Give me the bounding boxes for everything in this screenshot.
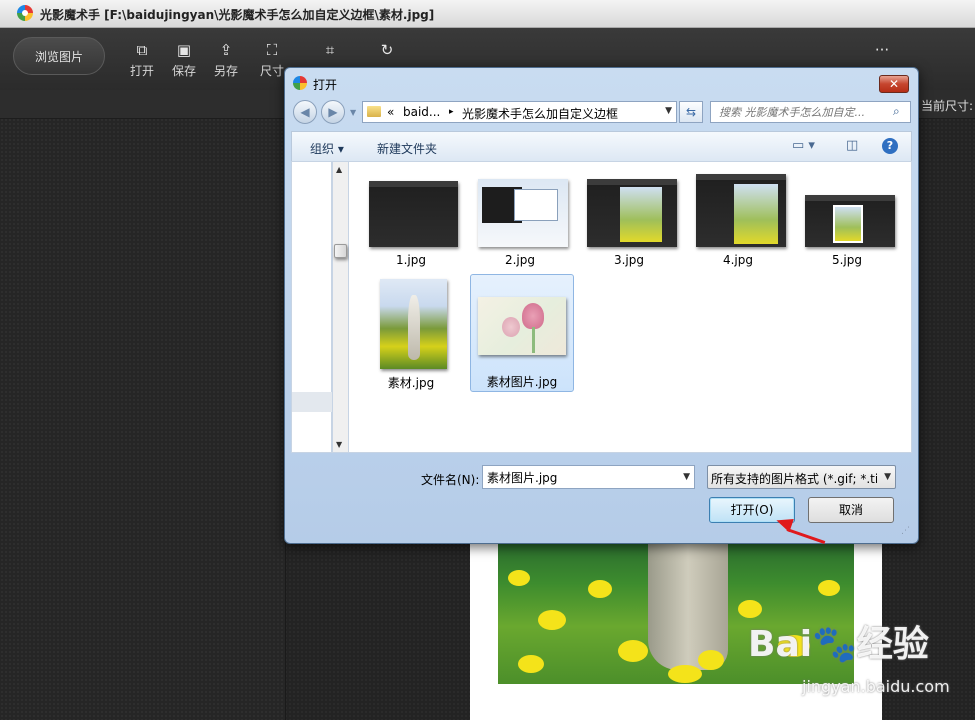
file-name: 素材图片.jpg [486,375,558,389]
crop-button[interactable]: ⌗ [313,40,347,60]
open-button[interactable]: ⧉ 打开 [125,40,159,79]
command-bar: 组织 ▾ 新建文件夹 ▭ ▾ ◫ ? [291,131,912,161]
save-button[interactable]: ▣ 保存 [167,40,201,79]
file-name: 1.jpg [395,253,427,267]
navigation-pane-selected-item[interactable] [292,392,332,412]
arrow-left-icon: ◀ [300,105,310,119]
app-titlebar: 光影魔术手 [F:\baidujingyan\光影魔术手怎么加自定义边框\素材.… [0,0,975,28]
save-label: 保存 [171,64,196,78]
file-thumbnail [696,174,786,247]
dialog-close-button[interactable]: ✕ [879,75,909,93]
open-icon: ⧉ [136,41,148,59]
watermark-url: jingyan.baidu.com [802,677,950,696]
filename-input[interactable] [483,466,673,488]
file-thumbnail [805,195,895,247]
file-thumbnail [478,179,568,247]
chevron-down-icon[interactable]: ▼ [665,106,672,116]
scroll-up-icon[interactable]: ▲ [336,165,342,174]
ellipsis-icon: ··· [874,41,890,59]
chevron-down-icon[interactable]: ▼ [884,472,891,482]
file-name: 素材.jpg [387,376,435,390]
crop-icon: ⌗ [325,41,335,59]
save-as-icon: ⇪ [219,41,233,59]
left-panel [0,118,286,720]
refresh-button[interactable]: ⇆ [679,101,703,123]
app-title: 光影魔术手 [F:\baidujingyan\光影魔术手怎么加自定义边框\素材.… [40,8,435,22]
navigation-pane[interactable] [291,161,332,453]
scroll-down-icon[interactable]: ▼ [336,440,342,449]
open-label: 打开 [129,64,154,78]
file-thumbnail [380,279,447,369]
app-logo-icon [17,5,33,21]
file-name: 5.jpg [831,253,863,267]
refresh-icon: ⇆ [685,105,697,119]
arrow-right-icon: ▶ [328,105,338,119]
file-item[interactable]: 2.jpg [468,174,572,270]
file-name: 2.jpg [504,253,536,267]
open-file-dialog: 打开 ✕ ◀ ▶ ▼ « baid... ▸ 光影魔术手怎么加自定义边框 ▼ ⇆… [284,67,919,544]
file-item[interactable]: 4.jpg [686,174,790,270]
view-options-icon[interactable]: ▭ ▾ [792,138,815,153]
file-thumbnail [369,181,458,247]
save-as-label: 另存 [213,64,238,78]
navigation-scrollbar[interactable]: ▲ ▼ [332,161,349,453]
cancel-button[interactable]: 取消 [808,497,894,523]
file-item[interactable]: 1.jpg [359,174,463,270]
file-item[interactable]: 3.jpg [577,174,681,270]
filetype-value: 所有支持的图片格式 (*.gif; *.tif [711,472,877,486]
dialog-app-icon [293,76,307,90]
forward-button[interactable]: ▶ [321,100,345,124]
filename-label: 文件名(N): [421,473,480,487]
search-icon[interactable]: ⌕ [893,104,900,119]
preview-pane-icon[interactable]: ◫ [846,138,858,153]
breadcrumb-item[interactable]: baid... [403,105,440,119]
dialog-title: 打开 [313,78,338,92]
breadcrumb-current-folder[interactable]: 光影魔术手怎么加自定义边框 [462,105,618,122]
new-folder-button[interactable]: 新建文件夹 [377,140,437,157]
search-box[interactable]: ⌕ [710,101,911,123]
file-item-selected[interactable]: 素材图片.jpg [470,274,574,392]
browse-images-button[interactable]: 浏览图片 [13,37,105,75]
organize-menu[interactable]: 组织 ▾ [310,140,344,157]
rotate-button[interactable]: ↻ [370,40,404,60]
file-name: 3.jpg [613,253,645,267]
file-thumbnail [587,179,677,247]
save-icon: ▣ [176,41,192,59]
search-input[interactable] [711,102,886,122]
current-size-label: 当前尺寸: [921,99,974,113]
help-icon[interactable]: ? [882,138,898,154]
folder-icon [367,106,381,117]
filetype-select[interactable]: 所有支持的图片格式 (*.gif; *.tif ▼ [707,465,896,489]
file-item[interactable]: 素材.jpg [359,275,463,393]
breadcrumb-overflow[interactable]: « [387,105,394,119]
filename-combobox[interactable]: ▼ [482,465,695,489]
watermark-logo: Bai🐾经验 [748,624,929,665]
scrollbar-thumb[interactable] [334,244,347,258]
chevron-down-icon[interactable]: ▼ [683,472,690,482]
breadcrumb-separator-icon[interactable]: ▸ [449,107,454,117]
rotate-icon: ↻ [380,41,394,59]
recent-locations-chevron-icon[interactable]: ▼ [350,108,356,117]
resize-grip-icon[interactable]: ⋰ [901,526,910,536]
file-thumbnail [478,297,566,355]
more-button[interactable]: ··· [865,40,899,60]
address-bar[interactable]: « baid... ▸ 光影魔术手怎么加自定义边框 ▼ [362,101,677,123]
back-button[interactable]: ◀ [293,100,317,124]
file-name: 4.jpg [722,253,754,267]
resize-icon: ⛶ [266,41,278,59]
file-item[interactable]: 5.jpg [795,174,899,270]
file-list: 1.jpg 2.jpg 3.jpg 4.jpg 5.jpg 素材.jpg 素材图… [349,161,912,453]
save-as-button[interactable]: ⇪ 另存 [209,40,243,79]
